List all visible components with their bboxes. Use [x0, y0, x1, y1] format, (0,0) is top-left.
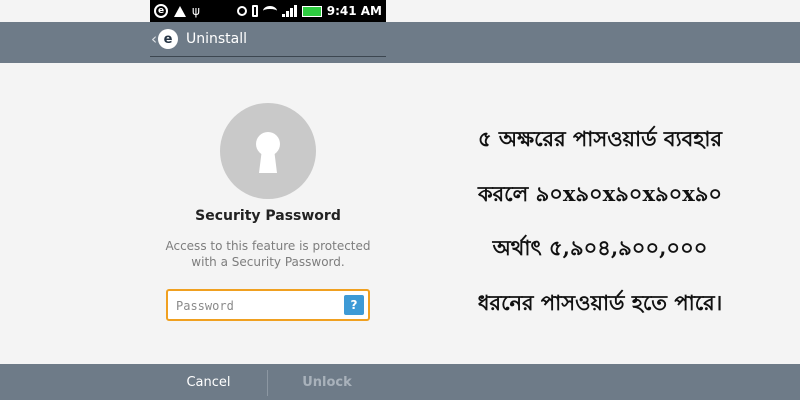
security-title: Security Password — [195, 208, 341, 224]
eset-notification-icon: e — [154, 4, 168, 18]
eset-logo-icon: e — [158, 29, 178, 49]
cancel-button[interactable]: Cancel — [150, 364, 267, 400]
caption-line-3: অর্থাৎ ৫,৯০৪,৯০০,০০০ — [492, 235, 708, 260]
status-bar: e ψ 9:41 AM — [150, 0, 386, 22]
page-title: Uninstall — [186, 31, 248, 47]
header-bar — [0, 22, 800, 63]
usb-icon: ψ — [192, 4, 200, 18]
button-bar — [0, 364, 800, 400]
caption-line-2: করলে ৯০x৯০x৯০x৯০x৯০ — [477, 181, 723, 206]
password-field[interactable]: ? — [166, 289, 370, 321]
signal-icon — [281, 5, 297, 17]
keyhole-icon — [220, 103, 316, 199]
description-line: Access to this feature is protected — [165, 239, 371, 253]
description-line: with a Security Password. — [191, 255, 345, 269]
vibrate-icon — [251, 5, 258, 17]
gps-icon — [236, 6, 247, 16]
security-description: Access to this feature is protected with… — [150, 238, 386, 270]
battery-icon — [301, 5, 322, 17]
back-chevron-icon[interactable]: ‹ — [151, 30, 157, 48]
wifi-icon — [262, 6, 277, 16]
warning-icon — [174, 5, 186, 17]
caption-line-4: ধরনের পাসওয়ার্ড হতে পারে। — [477, 290, 723, 315]
status-time: 9:41 AM — [326, 4, 382, 18]
header-divider — [150, 56, 386, 57]
password-input[interactable] — [174, 296, 343, 316]
unlock-button[interactable]: Unlock — [268, 364, 386, 400]
help-button[interactable]: ? — [344, 295, 364, 315]
app-header[interactable]: ‹ e Uninstall — [150, 22, 386, 56]
caption-line-1: ৫ অক্ষরের পাসওয়ার্ড ব্যবহার — [477, 126, 723, 151]
